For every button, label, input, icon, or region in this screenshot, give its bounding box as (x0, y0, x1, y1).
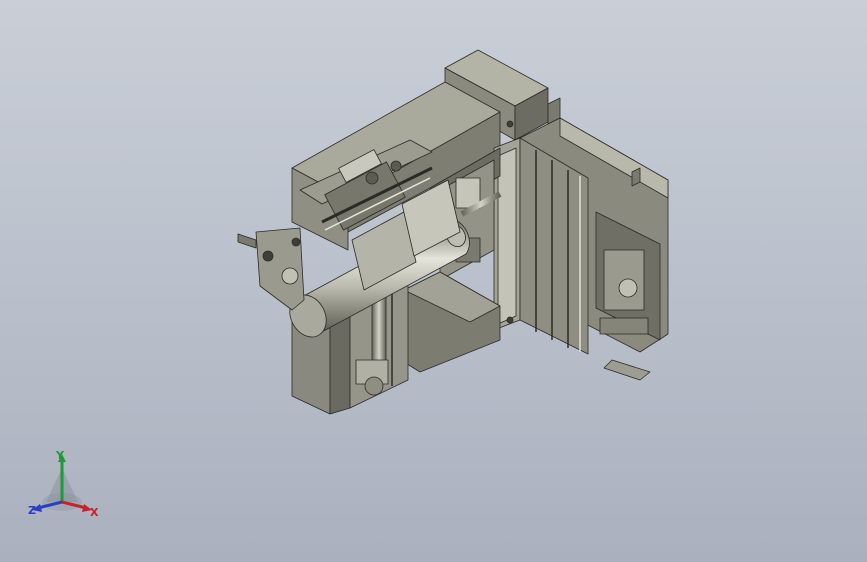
axis-x-label: X (90, 506, 99, 519)
cad-assembly-model[interactable] (0, 0, 867, 562)
left-flange (237, 227, 305, 311)
axis-z-label: Z (28, 504, 36, 517)
axis-y-label: Y (56, 449, 64, 462)
lower-yoke (403, 271, 501, 373)
graphics-viewport[interactable]: Y X Z (0, 0, 867, 562)
